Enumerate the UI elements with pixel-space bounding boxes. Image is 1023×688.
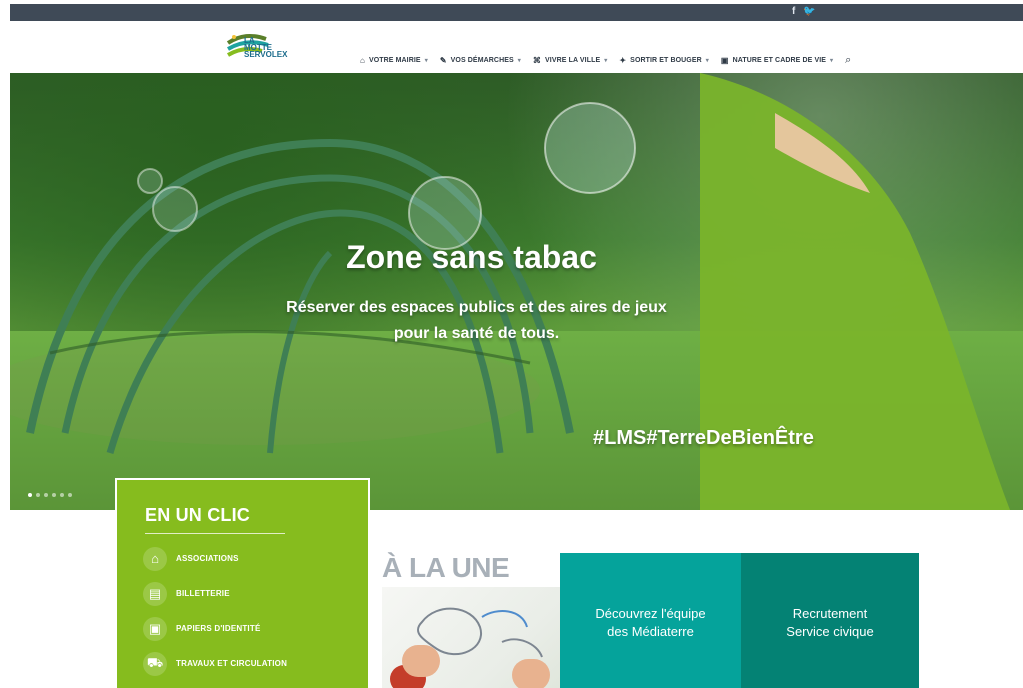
- quick-link-label: BILLETTERIE: [176, 589, 230, 598]
- logo-text: LA MOTTE SERVOLEX: [244, 37, 288, 59]
- chevron-down-icon: ▾: [830, 58, 834, 64]
- logo-line-3: SERVOLEX: [244, 50, 288, 59]
- hero-slider[interactable]: Zone sans tabac Réserver des espaces pub…: [10, 73, 1023, 510]
- id-card-icon: ▣: [143, 616, 167, 641]
- hero-subtitle-line-1: Réserver des espaces publics et des aire…: [286, 299, 667, 316]
- house-icon: ⌂: [143, 546, 167, 571]
- quick-link-papiers-identite[interactable]: ▣ PAPIERS D'IDENTITÉ: [143, 616, 287, 641]
- child-hand-left: [402, 645, 440, 677]
- ticket-icon: ▤: [143, 581, 167, 606]
- nav-item-sortir-et-bouger[interactable]: ✦ SORTIR ET BOUGER ▾: [619, 56, 709, 65]
- nav-label: VIVRE LA VILLE: [545, 57, 601, 64]
- hero-subtitle: Réserver des espaces publics et des aire…: [10, 295, 983, 347]
- social-links: f 🐦: [792, 6, 816, 17]
- twitter-icon[interactable]: 🐦: [803, 6, 815, 17]
- chevron-down-icon: ▾: [604, 58, 608, 64]
- nav-label: VOTRE MAIRIE: [368, 57, 421, 64]
- slider-dot-4[interactable]: [52, 493, 56, 497]
- header: LA MOTTE SERVOLEX ⌂ VOTRE MAIRIE ▾ ✎ VOS…: [10, 21, 1023, 73]
- pencil-icon: ✎: [439, 56, 447, 65]
- quick-link-billetterie[interactable]: ▤ BILLETTERIE: [143, 581, 287, 606]
- quick-link-label: TRAVAUX ET CIRCULATION: [176, 659, 288, 668]
- tile-text: Découvrez l'équipe des Médiaterre: [595, 605, 705, 641]
- image-icon: ▣: [720, 56, 729, 65]
- quick-link-associations[interactable]: ⌂ ASSOCIATIONS: [143, 546, 287, 571]
- nav-label: SORTIR ET BOUGER: [630, 57, 702, 64]
- news-thumbnail[interactable]: [382, 587, 561, 688]
- child-hand-right: [512, 659, 550, 688]
- nav-item-vos-demarches[interactable]: ✎ VOS DÉMARCHES ▾: [440, 56, 521, 65]
- home-icon: ⌂: [360, 56, 365, 65]
- nav-item-vivre-la-ville[interactable]: ⌘ VIVRE LA VILLE ▾: [533, 56, 607, 65]
- tile-mediaterre[interactable]: Découvrez l'équipe des Médiaterre: [560, 553, 741, 688]
- hero-title: Zone sans tabac: [346, 239, 597, 275]
- nav-label: NATURE ET CADRE DE VIE: [732, 57, 827, 64]
- playground-dome-icon: [26, 73, 1010, 510]
- slider-dot-1[interactable]: [28, 493, 32, 497]
- tile-text: Recrutement Service civique: [786, 605, 873, 641]
- quick-links-panel: EN UN CLIC ⌂ ASSOCIATIONS ▤ BILLETTERIE …: [115, 478, 370, 688]
- tile-line-2: Service civique: [786, 623, 874, 639]
- hero-hashtag: #LMS#TerreDeBienÊtre: [593, 427, 814, 449]
- nav-item-nature-et-cadre-de-vie[interactable]: ▣ NATURE ET CADRE DE VIE ▾: [721, 56, 833, 65]
- tile-line-1: Recrutement: [792, 605, 868, 621]
- tile-line-2: des Médiaterre: [607, 623, 694, 639]
- quick-link-label: ASSOCIATIONS: [176, 554, 239, 563]
- hero-subtitle-line-2: pour la santé de tous.: [393, 325, 560, 342]
- main-nav: ⌂ VOTRE MAIRIE ▾ ✎ VOS DÉMARCHES ▾ ⌘ VIV…: [360, 54, 851, 67]
- rss-icon: ⌘: [532, 56, 542, 65]
- quick-link-label: PAPIERS D'IDENTITÉ: [176, 624, 261, 633]
- site-logo[interactable]: LA MOTTE SERVOLEX: [222, 29, 292, 69]
- slider-dot-6[interactable]: [68, 493, 72, 497]
- vehicle-icon: ⛟: [143, 651, 167, 676]
- slider-dot-3[interactable]: [44, 493, 48, 497]
- news-section-title: À LA UNE: [382, 552, 510, 583]
- slider-dot-2[interactable]: [36, 493, 40, 497]
- nav-item-votre-mairie[interactable]: ⌂ VOTRE MAIRIE ▾: [360, 56, 428, 65]
- chevron-down-icon: ▾: [705, 58, 709, 64]
- quick-links-list: ⌂ ASSOCIATIONS ▤ BILLETTERIE ▣ PAPIERS D…: [143, 546, 288, 676]
- quick-links-title: EN UN CLIC: [145, 505, 250, 525]
- facebook-icon[interactable]: f: [792, 6, 795, 17]
- chevron-down-icon: ▾: [517, 58, 521, 64]
- nav-label: VOS DÉMARCHES: [450, 57, 514, 64]
- slider-dot-5[interactable]: [60, 493, 64, 497]
- quick-links-divider: [145, 533, 285, 534]
- quick-link-travaux-circulation[interactable]: ⛟ TRAVAUX ET CIRCULATION: [143, 651, 288, 676]
- search-icon[interactable]: ⌕: [845, 54, 851, 67]
- chevron-down-icon: ▾: [424, 58, 428, 64]
- top-bar: f 🐦: [10, 4, 1023, 21]
- tile-service-civique[interactable]: Recrutement Service civique: [741, 553, 919, 688]
- tile-line-1: Découvrez l'équipe: [595, 605, 706, 621]
- page: f 🐦 LA MOTTE SERVOLEX ⌂ VOTRE MAIRIE ▾ ✎…: [10, 4, 1023, 688]
- sparkle-icon: ✦: [619, 56, 627, 65]
- slider-dots: [28, 493, 72, 497]
